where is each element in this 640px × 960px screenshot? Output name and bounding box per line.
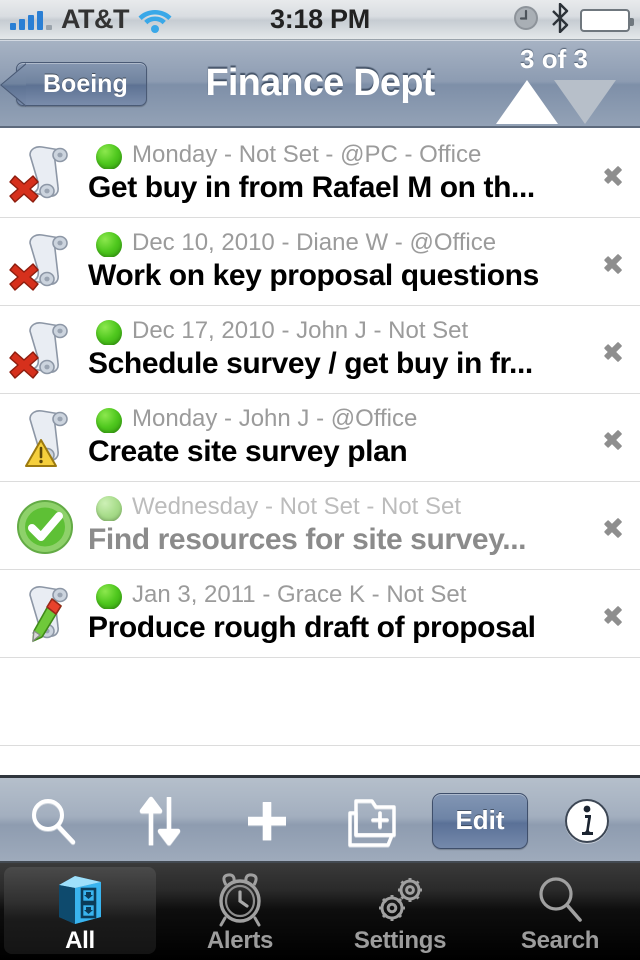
row-title: Find resources for site survey... bbox=[88, 522, 527, 556]
green-dot-icon bbox=[96, 319, 122, 345]
pager-label: 3 of 3 bbox=[520, 44, 588, 74]
row-text: Wednesday - Not Set - Not Set Find resou… bbox=[84, 493, 596, 559]
info-circle-icon bbox=[564, 798, 609, 843]
chevron-right-icon[interactable] bbox=[596, 394, 640, 482]
row-subtitle: Monday - John J - @Office bbox=[88, 405, 596, 433]
row-subtitle: Dec 17, 2010 - John J - Not Set bbox=[88, 317, 596, 345]
row-title: Produce rough draft of proposal bbox=[88, 610, 536, 644]
tab-alerts[interactable]: Alerts bbox=[160, 863, 320, 960]
edit-button-label: Edit bbox=[455, 805, 505, 835]
new-folder-icon bbox=[348, 798, 397, 847]
empty-row bbox=[0, 658, 640, 746]
table-row[interactable]: Wednesday - Not Set - Not Set Find resou… bbox=[0, 482, 640, 570]
row-subtitle: Wednesday - Not Set - Not Set bbox=[88, 493, 596, 521]
tab-all-label: All bbox=[65, 927, 95, 954]
row-text: Monday - Not Set - @PC - Office Get buy … bbox=[84, 141, 596, 207]
plus-icon bbox=[247, 801, 286, 840]
table-row[interactable]: Dec 10, 2010 - Diane W - @Office Work on… bbox=[0, 218, 640, 306]
navigation-bar: Boeing Finance Dept 3 of 3 bbox=[0, 40, 640, 128]
scroll-document-icon bbox=[6, 399, 84, 477]
row-subtitle: Monday - Not Set - @PC - Office bbox=[88, 141, 596, 169]
table-row[interactable]: Jan 3, 2011 - Grace K - Not Set Produce … bbox=[0, 570, 640, 658]
red-x-icon bbox=[9, 174, 39, 203]
triangle-up-icon[interactable] bbox=[496, 80, 558, 124]
table-row[interactable]: Monday - Not Set - @PC - Office Get buy … bbox=[0, 130, 640, 218]
row-subtitle-text: Jan 3, 2011 - Grace K - Not Set bbox=[132, 580, 467, 608]
row-subtitle: Jan 3, 2011 - Grace K - Not Set bbox=[88, 581, 596, 609]
alarm-clock-icon bbox=[209, 871, 271, 929]
green-dot-icon bbox=[96, 407, 122, 433]
tab-settings-label: Settings bbox=[353, 927, 447, 954]
chevron-right-icon[interactable] bbox=[596, 482, 640, 570]
alarm-clock-icon bbox=[512, 4, 540, 37]
edit-button-slot: Edit bbox=[427, 777, 534, 865]
green-dot-icon bbox=[96, 231, 122, 257]
scroll-document-icon bbox=[6, 575, 84, 653]
row-subtitle-text: Dec 10, 2010 - Diane W - @Office bbox=[132, 228, 497, 256]
row-subtitle: Dec 10, 2010 - Diane W - @Office bbox=[88, 229, 596, 257]
red-x-icon bbox=[9, 262, 39, 291]
status-bar: AT&T 3:18 PM bbox=[0, 0, 640, 40]
chevron-right-icon[interactable] bbox=[596, 570, 640, 658]
tab-search-label: Search bbox=[520, 927, 600, 954]
row-subtitle-text: Monday - John J - @Office bbox=[132, 404, 418, 432]
row-text: Dec 17, 2010 - John J - Not Set Schedule… bbox=[84, 317, 596, 383]
row-title: Work on key proposal questions bbox=[88, 258, 539, 292]
search-icon bbox=[32, 798, 76, 844]
row-subtitle-text: Monday - Not Set - @PC - Office bbox=[132, 140, 482, 168]
gears-icon bbox=[369, 871, 431, 929]
scroll-document-icon bbox=[6, 311, 84, 389]
pager: 3 of 3 bbox=[484, 44, 624, 128]
box-cube-icon bbox=[49, 871, 111, 929]
green-pencil-icon bbox=[32, 597, 62, 642]
triangle-down-icon[interactable] bbox=[554, 80, 616, 124]
bottom-toolbar: Edit bbox=[0, 775, 640, 863]
bluetooth-icon bbox=[551, 2, 569, 38]
green-dot-icon bbox=[96, 583, 122, 609]
tab-search[interactable]: Search bbox=[480, 863, 640, 960]
status-bar-right bbox=[512, 0, 634, 40]
green-dot-icon bbox=[96, 143, 122, 169]
new-folder-button[interactable] bbox=[320, 777, 427, 865]
red-x-icon bbox=[9, 350, 39, 379]
row-title: Schedule survey / get buy in fr... bbox=[88, 346, 533, 380]
edit-button[interactable]: Edit bbox=[432, 792, 529, 849]
table-row[interactable]: Dec 17, 2010 - John J - Not Set Schedule… bbox=[0, 306, 640, 394]
sort-up-down-arrows-icon bbox=[139, 796, 181, 845]
chevron-right-icon[interactable] bbox=[596, 218, 640, 306]
green-check-circle-icon bbox=[6, 487, 84, 565]
magnifier-icon bbox=[529, 871, 591, 929]
add-button[interactable] bbox=[213, 777, 320, 865]
tab-all[interactable]: All bbox=[0, 863, 160, 960]
scroll-document-icon bbox=[6, 135, 84, 213]
tab-alerts-label: Alerts bbox=[206, 927, 274, 954]
info-button[interactable] bbox=[533, 777, 640, 865]
yellow-warning-triangle-icon bbox=[25, 438, 57, 467]
battery-icon bbox=[580, 8, 634, 32]
row-subtitle-text: Dec 17, 2010 - John J - Not Set bbox=[132, 316, 469, 344]
scroll-document-icon bbox=[6, 223, 84, 301]
search-button[interactable] bbox=[0, 777, 107, 865]
row-text: Jan 3, 2011 - Grace K - Not Set Produce … bbox=[84, 581, 596, 647]
tab-settings[interactable]: Settings bbox=[320, 863, 480, 960]
row-text: Monday - John J - @Office Create site su… bbox=[84, 405, 596, 471]
row-title: Get buy in from Rafael M on th... bbox=[88, 170, 535, 204]
tab-bar: All Alerts Settings Search bbox=[0, 863, 640, 960]
task-list[interactable]: Monday - Not Set - @PC - Office Get buy … bbox=[0, 130, 640, 834]
chevron-right-icon[interactable] bbox=[596, 130, 640, 218]
green-dot-icon bbox=[96, 495, 122, 521]
row-title: Create site survey plan bbox=[88, 434, 408, 468]
row-text: Dec 10, 2010 - Diane W - @Office Work on… bbox=[84, 229, 596, 295]
table-row[interactable]: Monday - John J - @Office Create site su… bbox=[0, 394, 640, 482]
row-subtitle-text: Wednesday - Not Set - Not Set bbox=[132, 492, 462, 520]
app-screen: AT&T 3:18 PM Boeing Finance Dept 3 of 3 … bbox=[0, 0, 640, 960]
chevron-right-icon[interactable] bbox=[596, 306, 640, 394]
sort-button[interactable] bbox=[107, 777, 214, 865]
